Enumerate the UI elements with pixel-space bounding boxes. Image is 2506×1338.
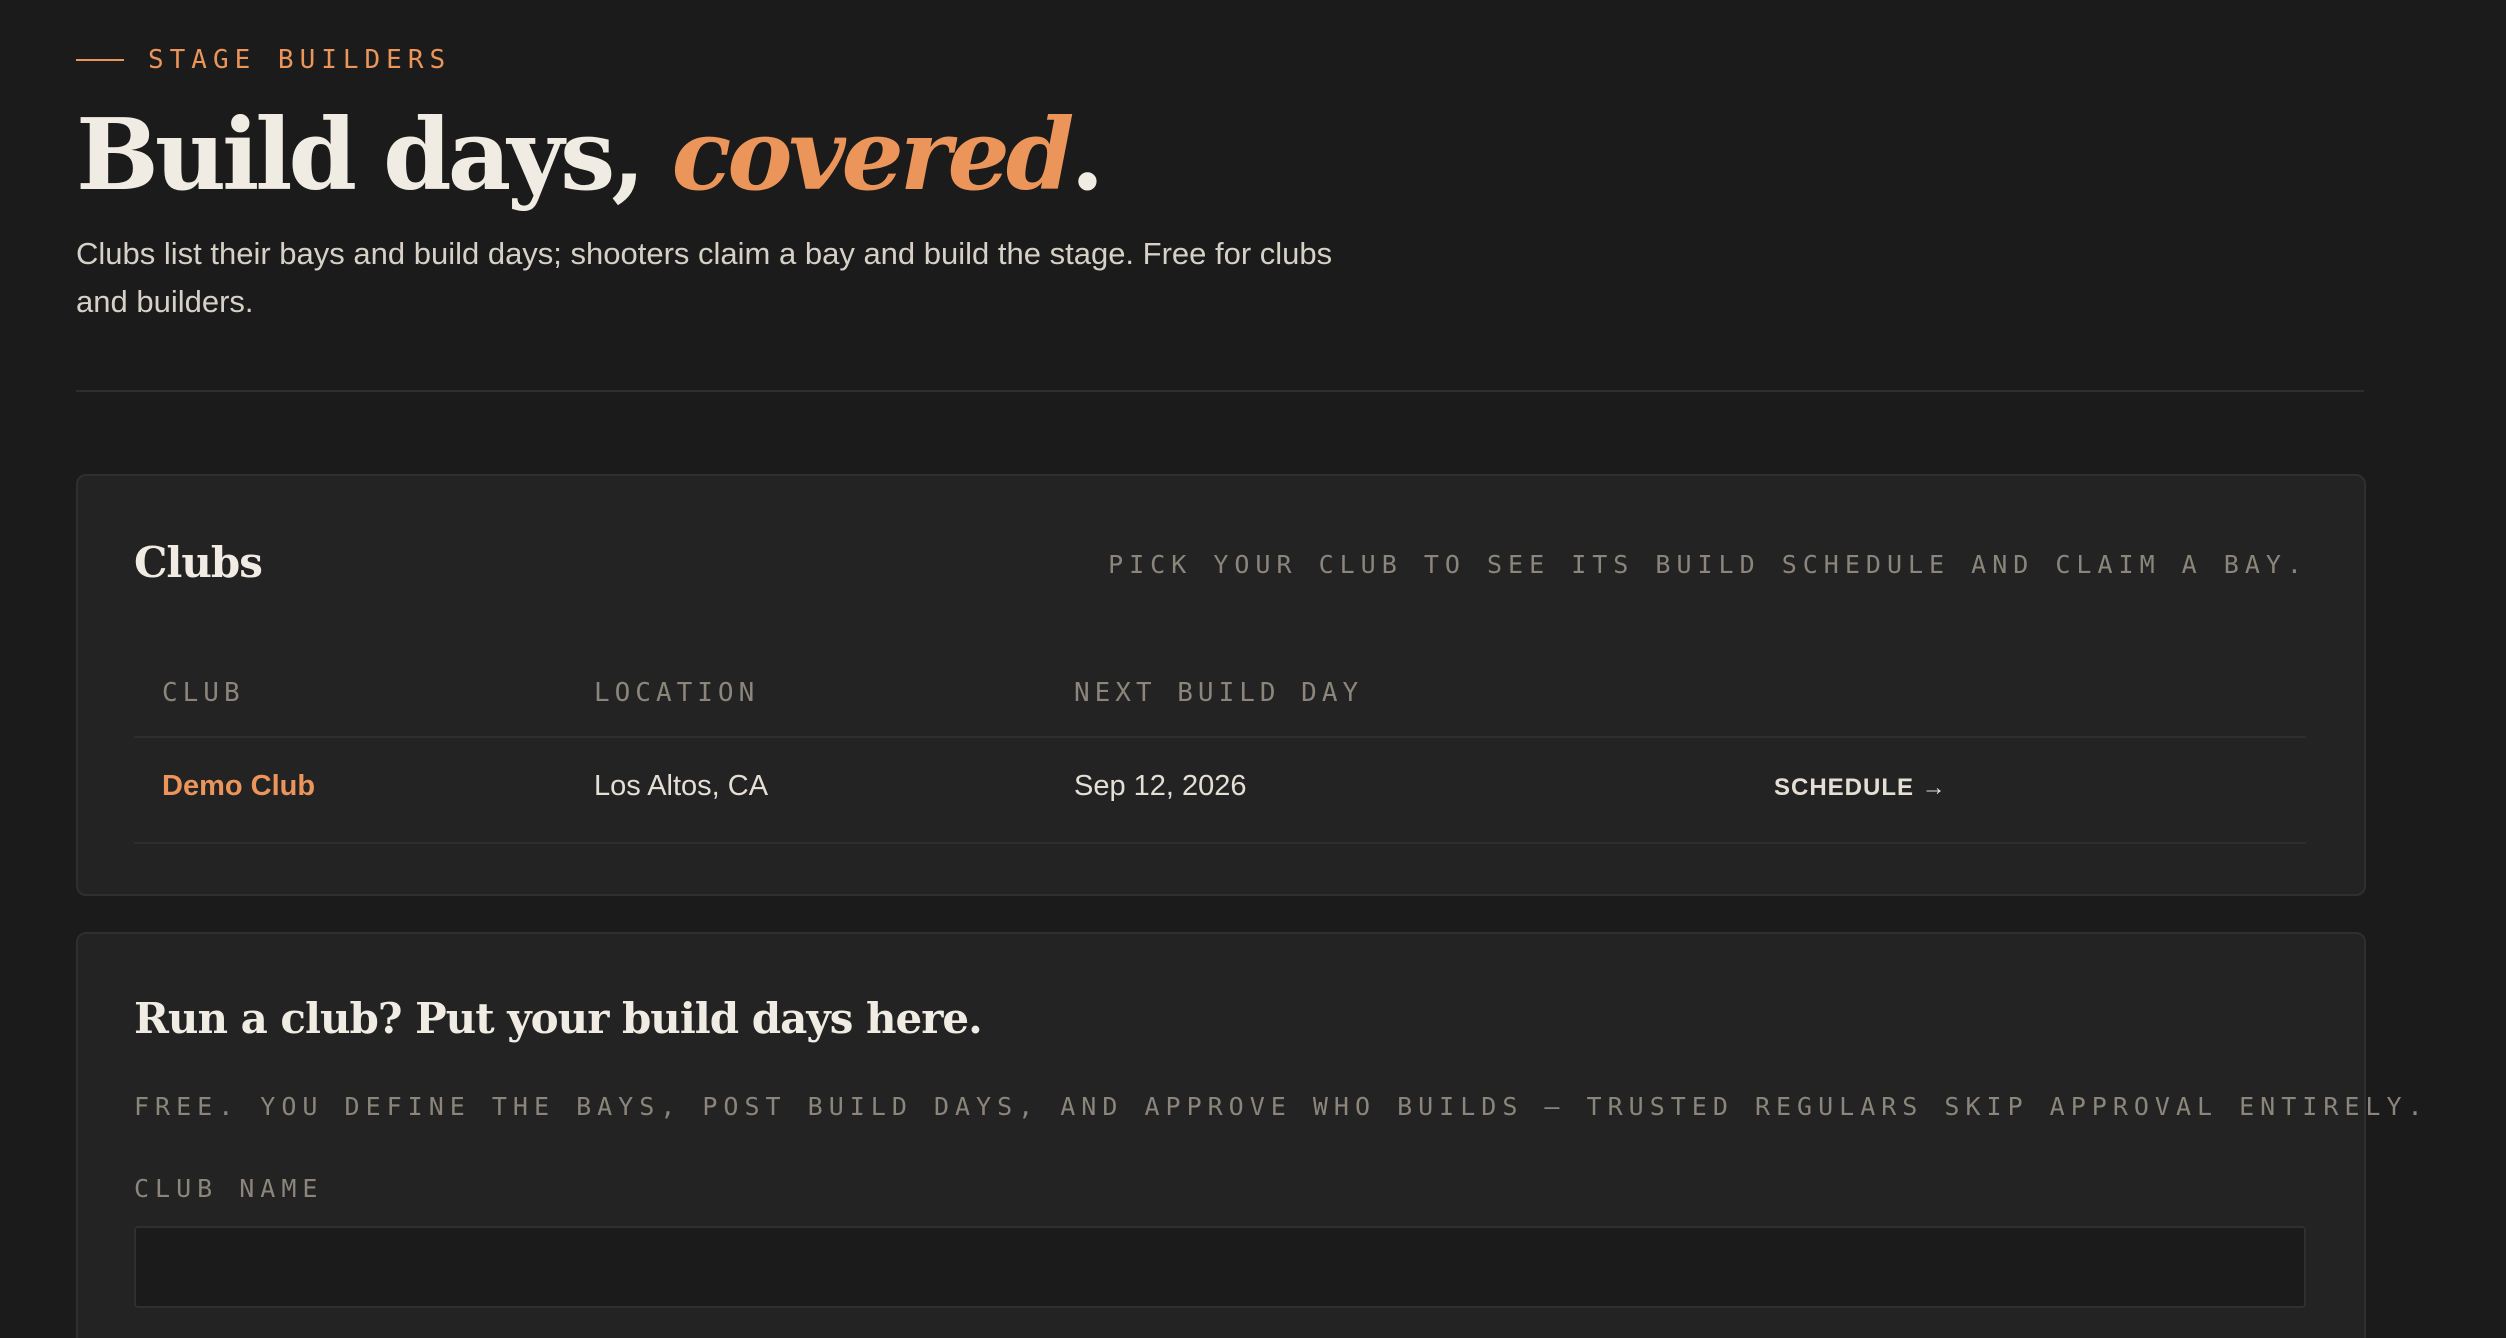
clubs-card: Clubs PICK YOUR CLUB TO SEE ITS BUILD SC… [76, 474, 2366, 896]
club-name-link[interactable]: Demo Club [162, 770, 315, 803]
run-club-card: Run a club? Put your build days here. FR… [76, 932, 2423, 1338]
table-header: CLUB LOCATION NEXT BUILD DAY [134, 656, 2306, 738]
eyebrow: STAGE BUILDERS [76, 42, 451, 78]
clubs-title: Clubs [134, 538, 263, 587]
club-name-input[interactable] [134, 1226, 2306, 1308]
club-location: Los Altos, CA [594, 770, 769, 802]
column-header-club: CLUB [162, 678, 245, 708]
page-subtitle: Clubs list their bays and build days; sh… [76, 236, 1333, 319]
page-title-accent: covered [671, 98, 1075, 213]
schedule-link[interactable]: SCHEDULE → [1774, 774, 1947, 802]
clubs-hint: PICK YOUR CLUB TO SEE ITS BUILD SCHEDULE… [1108, 550, 2308, 579]
run-club-hint: FREE. YOU DEFINE THE BAYS, POST BUILD DA… [134, 1092, 2429, 1121]
run-club-title: Run a club? Put your build days here. [134, 994, 983, 1043]
page-title-end: . [1070, 98, 1104, 213]
column-header-next-build-day: NEXT BUILD DAY [1074, 678, 1364, 708]
column-header-location: LOCATION [594, 678, 760, 708]
eyebrow-rule [76, 59, 124, 61]
club-next-build-day: Sep 12, 2026 [1074, 770, 1247, 802]
eyebrow-label: STAGE BUILDERS [148, 45, 452, 75]
header-divider [76, 390, 2364, 392]
page-title-main: Build days, [76, 98, 672, 213]
page-title: Build days, covered. [76, 96, 1105, 216]
club-name-label: CLUB NAME [134, 1174, 324, 1203]
clubs-table: CLUB LOCATION NEXT BUILD DAY Demo Club L… [134, 656, 2306, 844]
table-row: Demo Club Los Altos, CA Sep 12, 2026 SCH… [134, 738, 2306, 844]
